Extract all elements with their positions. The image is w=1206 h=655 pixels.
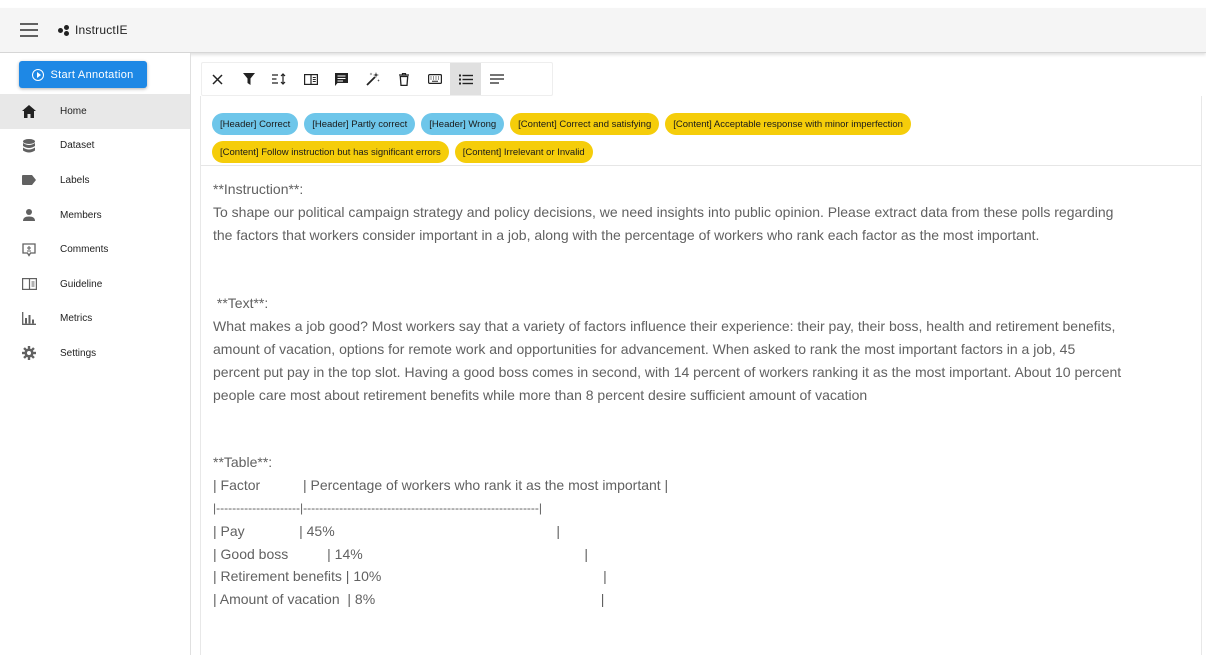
home-icon: [21, 103, 37, 119]
sidebar-item-label: Settings: [60, 347, 97, 359]
label-chip[interactable]: [Content] Follow instruction but has sig…: [212, 141, 449, 163]
text-icon: [489, 74, 504, 84]
table-line: |---------------------|-----------------…: [213, 500, 543, 515]
table-line: | Amount of vacation | 8% |: [213, 591, 605, 608]
sidebar-item-label: Members: [60, 209, 102, 221]
sort-button[interactable]: [264, 63, 295, 95]
sidebar-item-guideline[interactable]: Guideline: [0, 267, 190, 302]
person-icon: [21, 207, 37, 223]
sidebar-item-labels[interactable]: Labels: [0, 163, 190, 198]
bar-chart-icon: [21, 311, 37, 327]
label-chip[interactable]: [Header] Correct: [212, 113, 299, 135]
close-button[interactable]: [202, 63, 233, 95]
sidebar-item-metrics[interactable]: Metrics: [0, 302, 190, 337]
sidebar-item-label: Home: [60, 105, 87, 117]
table-heading: **Table**:: [213, 454, 273, 471]
database-icon: [21, 138, 37, 154]
text-line: percent put pay in the top slot. Having …: [213, 363, 1122, 380]
app-bar: InstructIE: [0, 8, 1206, 53]
label-icon: [21, 172, 37, 188]
keyboard-icon: [427, 74, 442, 84]
text-line: amount of vacation, options for remote w…: [213, 340, 1076, 357]
start-annotation-label: Start Annotation: [50, 68, 134, 81]
auto-label-button[interactable]: [357, 63, 388, 95]
label-chip[interactable]: [Content] Irrelevant or Invalid: [454, 141, 593, 163]
list-view-button[interactable]: [450, 63, 481, 95]
annotation-toolbar: [201, 62, 553, 96]
text-view-button[interactable]: [481, 63, 512, 95]
split-view-button[interactable]: [295, 63, 326, 95]
sidebar-item-label: Guideline: [60, 278, 103, 290]
label-chips: [Header] Correct [Header] Partly correct…: [201, 96, 1201, 166]
sidebar-item-dataset[interactable]: Dataset: [0, 129, 190, 164]
document-text[interactable]: **Instruction**: To shape our political …: [201, 166, 1201, 611]
hamburger-menu-icon[interactable]: [20, 23, 38, 37]
text-line: people care most about retirement benefi…: [213, 386, 868, 403]
comment-button[interactable]: [326, 63, 357, 95]
table-line: | Factor | Percentage of workers who ran…: [213, 477, 669, 494]
label-row: [Header] Correct [Header] Partly correct…: [212, 113, 1201, 135]
sidebar-nav: Home Dataset Labels Members Comments Gui…: [0, 94, 190, 371]
comment-icon: [335, 72, 348, 86]
instruction-heading: **Instruction**:: [213, 181, 304, 197]
logo-icon: [58, 25, 70, 36]
close-icon: [212, 73, 223, 85]
sidebar-item-label: Dataset: [60, 140, 95, 152]
text-line: To shape our political campaign strategy…: [213, 203, 1114, 220]
table-line: | Good boss | 14% |: [213, 545, 589, 562]
brand[interactable]: InstructIE: [58, 23, 128, 37]
book-icon: [21, 276, 37, 292]
sidebar-item-label: Metrics: [60, 313, 93, 325]
sidebar-item-home[interactable]: Home: [0, 94, 190, 129]
sidebar-item-settings[interactable]: Settings: [0, 336, 190, 371]
label-chip[interactable]: [Content] Correct and satisfying: [510, 113, 660, 135]
label-chip[interactable]: [Header] Partly correct: [304, 113, 416, 135]
text-heading: **Text**:: [213, 295, 269, 312]
delete-button[interactable]: [388, 63, 419, 95]
play-circle-icon: [32, 68, 45, 81]
sidebar-item-label: Labels: [60, 174, 90, 186]
app-title: InstructIE: [75, 23, 128, 37]
label-row: [Content] Follow instruction but has sig…: [212, 141, 1201, 163]
table-line: | Pay | 45% |: [213, 522, 560, 539]
sidebar-item-members[interactable]: Members: [0, 198, 190, 233]
comment-icon: [21, 242, 37, 258]
sort-icon: [272, 73, 286, 85]
auto-label-icon: [365, 72, 380, 86]
sidebar-item-comments[interactable]: Comments: [0, 232, 190, 267]
text-line: What makes a job good? Most workers say …: [213, 318, 1116, 335]
table-line: | Retirement benefits | 10% |: [213, 568, 607, 585]
label-chip[interactable]: [Content] Acceptable response with minor…: [665, 113, 911, 135]
keyboard-button[interactable]: [419, 63, 450, 95]
sidebar: Start Annotation Home Dataset Labels Mem…: [0, 53, 191, 655]
sidebar-item-label: Comments: [60, 244, 109, 256]
filter-button[interactable]: [233, 63, 264, 95]
delete-icon: [398, 72, 409, 86]
split-view-icon: [303, 73, 318, 85]
text-line: the factors that workers consider import…: [213, 226, 1040, 243]
start-annotation-button[interactable]: Start Annotation: [19, 61, 147, 88]
gear-icon: [21, 345, 37, 361]
label-chip[interactable]: [Header] Wrong: [421, 113, 505, 135]
list-icon: [458, 74, 473, 84]
annotation-panel: [Header] Correct [Header] Partly correct…: [200, 96, 1202, 655]
filter-icon: [242, 73, 255, 85]
